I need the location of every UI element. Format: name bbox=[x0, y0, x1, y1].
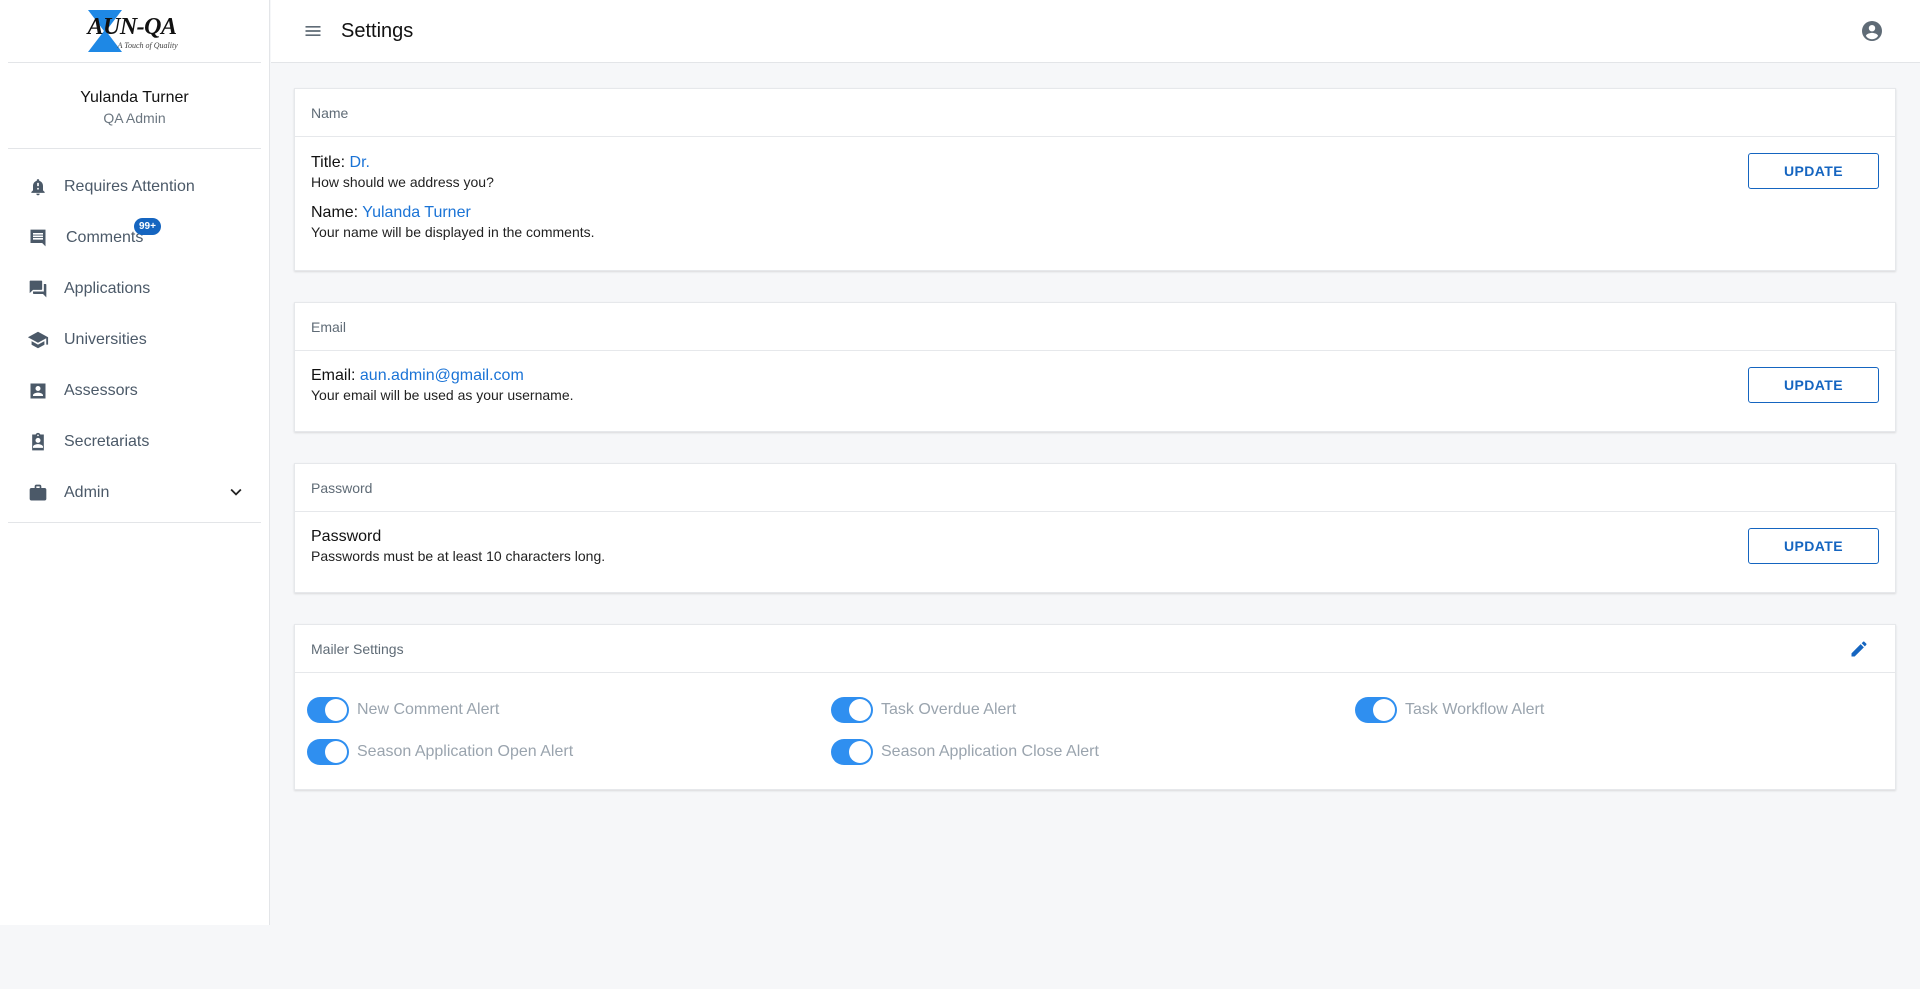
sidebar-item-admin[interactable]: Admin bbox=[8, 467, 261, 518]
sidebar-item-comments[interactable]: Comments 99+ bbox=[8, 212, 261, 263]
sidebar-item-requires-attention[interactable]: Requires Attention bbox=[8, 161, 261, 212]
sidebar-nav: Requires Attention Comments 99+ Applicat… bbox=[8, 149, 261, 523]
name-card: Name Title: Dr. How should we address yo… bbox=[294, 88, 1896, 271]
email-label: Email: bbox=[311, 367, 356, 384]
sidebar-item-label: Assessors bbox=[64, 381, 138, 399]
card-header: Email bbox=[295, 303, 1895, 351]
card-body: Email: aun.admin@gmail.com Your email wi… bbox=[295, 351, 1895, 431]
pencil-icon[interactable] bbox=[1849, 639, 1869, 664]
password-row: Password Passwords must be at least 10 c… bbox=[311, 528, 1879, 564]
toggle-label: Task Workflow Alert bbox=[1405, 701, 1545, 718]
toggle-task-overdue-alert[interactable]: Task Overdue Alert bbox=[831, 697, 1355, 723]
card-header: Password bbox=[295, 464, 1895, 512]
user-profile: Yulanda Turner QA Admin bbox=[8, 63, 261, 149]
password-label: Password bbox=[311, 528, 382, 545]
sidebar-item-label: Applications bbox=[64, 279, 151, 297]
account-box-icon bbox=[26, 379, 50, 403]
sidebar-item-label: Admin bbox=[64, 483, 110, 501]
sidebar-item-label: Universities bbox=[64, 330, 147, 348]
title-label: Title: bbox=[311, 154, 346, 171]
email-card: Email Email: aun.admin@gmail.com Your em… bbox=[294, 302, 1896, 432]
title-field: Title: Dr. bbox=[311, 154, 1879, 172]
toggle-switch[interactable] bbox=[831, 739, 873, 765]
toggle-label: Season Application Open Alert bbox=[357, 743, 574, 760]
page-title: Settings bbox=[341, 19, 414, 42]
toggle-switch[interactable] bbox=[831, 697, 873, 723]
forum-icon bbox=[26, 277, 50, 301]
update-email-button[interactable]: UPDATE bbox=[1748, 367, 1879, 403]
sidebar: AUN-QA A Touch of Quality Yulanda Turner… bbox=[0, 0, 270, 925]
update-password-button[interactable]: UPDATE bbox=[1748, 528, 1879, 564]
toggle-new-comment-alert[interactable]: New Comment Alert bbox=[307, 697, 831, 723]
sidebar-item-assessors[interactable]: Assessors bbox=[8, 365, 261, 416]
comment-icon bbox=[26, 226, 50, 250]
toggle-season-application-open-alert[interactable]: Season Application Open Alert bbox=[307, 739, 831, 765]
card-header: Name bbox=[295, 89, 1895, 137]
logo-text: AUN-QA bbox=[87, 14, 178, 40]
sidebar-item-universities[interactable]: Universities bbox=[8, 314, 261, 365]
sidebar-item-secretariats[interactable]: Secretariats bbox=[8, 416, 261, 467]
name-hint: Your name will be displayed in the comme… bbox=[311, 224, 595, 240]
logo-tagline: A Touch of Quality bbox=[117, 41, 178, 50]
clipboard-account-icon bbox=[26, 430, 50, 454]
name-label: Name: bbox=[311, 204, 359, 221]
email-hint: Your email will be used as your username… bbox=[311, 387, 574, 403]
toggle-switch[interactable] bbox=[307, 697, 349, 723]
sidebar-item-label: Comments bbox=[66, 228, 144, 246]
toggle-switch[interactable] bbox=[1355, 697, 1397, 723]
top-app-bar: Settings bbox=[271, 0, 1920, 63]
toggle-label: Task Overdue Alert bbox=[881, 701, 1017, 718]
email-field: Email: aun.admin@gmail.com bbox=[311, 367, 1879, 385]
chevron-down-icon[interactable] bbox=[225, 481, 247, 508]
sidebar-item-applications[interactable]: Applications bbox=[8, 263, 261, 314]
toggle-label: New Comment Alert bbox=[357, 701, 500, 718]
profile-name: Yulanda Turner bbox=[80, 89, 189, 106]
school-icon bbox=[26, 328, 50, 352]
mailer-settings-card: Mailer Settings New Comment Alert Task O… bbox=[294, 624, 1896, 790]
toggle-task-workflow-alert[interactable]: Task Workflow Alert bbox=[1355, 697, 1879, 723]
sidebar-item-label: Secretariats bbox=[64, 432, 150, 450]
title-value: Dr. bbox=[349, 154, 370, 171]
email-row: Email: aun.admin@gmail.com Your email wi… bbox=[311, 367, 1879, 403]
profile-role: QA Admin bbox=[103, 110, 166, 126]
logo-area: AUN-QA A Touch of Quality bbox=[8, 0, 261, 63]
sidebar-item-label: Requires Attention bbox=[64, 177, 195, 195]
email-value: aun.admin@gmail.com bbox=[359, 367, 524, 384]
name-value: Yulanda Turner bbox=[362, 204, 471, 221]
menu-icon[interactable] bbox=[301, 19, 325, 43]
password-card: Password Password Passwords must be at l… bbox=[294, 463, 1896, 593]
name-row: Name: Yulanda Turner Your name will be d… bbox=[311, 204, 1879, 240]
toggle-switch[interactable] bbox=[307, 739, 349, 765]
title-row: Title: Dr. How should we address you? bbox=[311, 154, 1879, 190]
card-body: Title: Dr. How should we address you? Na… bbox=[295, 137, 1895, 270]
settings-content: Name Title: Dr. How should we address yo… bbox=[294, 88, 1896, 821]
comments-count-badge: 99+ bbox=[134, 218, 161, 235]
name-field: Name: Yulanda Turner bbox=[311, 204, 1879, 222]
title-hint: How should we address you? bbox=[311, 174, 494, 190]
update-name-button[interactable]: UPDATE bbox=[1748, 153, 1879, 189]
password-hint: Passwords must be at least 10 characters… bbox=[311, 548, 606, 564]
account-circle-icon[interactable] bbox=[1860, 19, 1884, 48]
app-logo[interactable]: AUN-QA A Touch of Quality bbox=[80, 8, 190, 54]
toggle-label: Season Application Close Alert bbox=[881, 743, 1099, 760]
card-body: Password Passwords must be at least 10 c… bbox=[295, 512, 1895, 592]
card-header: Mailer Settings bbox=[295, 625, 1895, 673]
mailer-toggles: New Comment Alert Task Overdue Alert Tas… bbox=[295, 673, 1895, 789]
bell-alert-icon bbox=[26, 175, 50, 199]
briefcase-icon bbox=[26, 481, 50, 505]
toggle-season-application-close-alert[interactable]: Season Application Close Alert bbox=[831, 739, 1355, 765]
